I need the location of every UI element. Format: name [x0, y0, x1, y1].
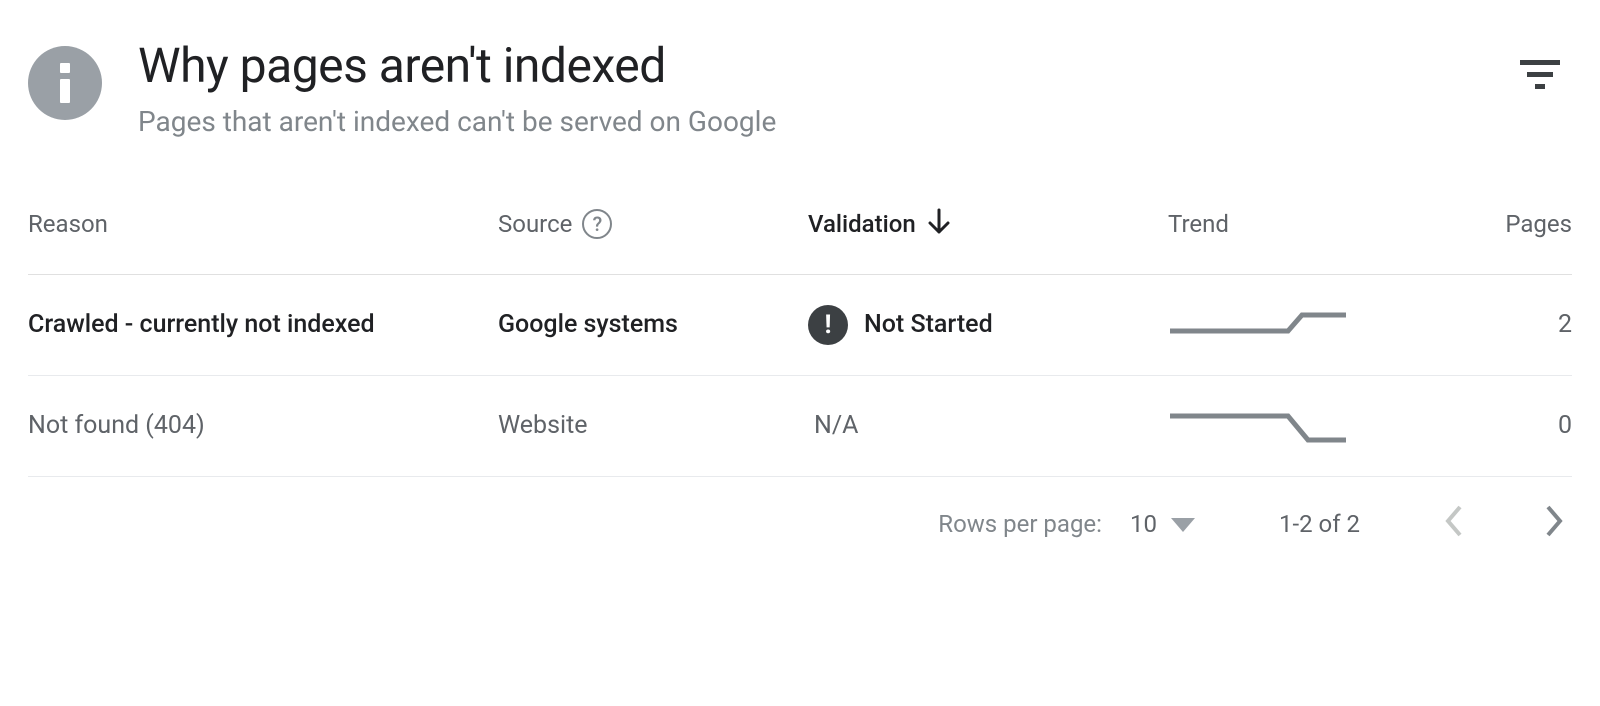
column-header-source[interactable]: Source ?: [498, 209, 808, 239]
pagination-range: 1-2 of 2: [1279, 510, 1360, 538]
section-subtitle: Pages that aren't indexed can't be serve…: [138, 105, 1484, 138]
cell-trend: [1088, 305, 1388, 345]
section-header: Why pages aren't indexed Pages that aren…: [28, 40, 1572, 138]
column-header-validation-label: Validation: [808, 210, 916, 238]
table-row[interactable]: Not found (404) Website N/A 0: [28, 376, 1572, 477]
cell-source: Google systems: [498, 310, 808, 339]
rows-per-page-select[interactable]: 10: [1130, 510, 1195, 538]
cell-validation: ! Not Started: [808, 305, 1088, 345]
cell-pages: 2: [1388, 310, 1572, 339]
rows-per-page-label: Rows per page:: [938, 510, 1102, 538]
header-text-block: Why pages aren't indexed Pages that aren…: [138, 40, 1484, 138]
validation-badge: ! Not Started: [808, 305, 993, 345]
table-row[interactable]: Crawled - currently not indexed Google s…: [28, 275, 1572, 376]
help-icon[interactable]: ?: [582, 209, 612, 239]
validation-status-text: N/A: [808, 411, 858, 440]
rows-per-page-value: 10: [1130, 510, 1157, 538]
table-pagination: Rows per page: 10 1-2 of 2: [28, 477, 1572, 543]
pages-count: 2: [1558, 310, 1572, 339]
filter-button[interactable]: [1520, 60, 1560, 94]
reasons-table: Reason Source ? Validation Trend Pages C…: [28, 208, 1572, 477]
table-header-row: Reason Source ? Validation Trend Pages: [28, 208, 1572, 275]
cell-reason: Crawled - currently not indexed: [28, 305, 498, 345]
column-header-pages[interactable]: Pages: [1388, 210, 1572, 238]
info-icon: [28, 46, 102, 120]
cell-pages: 0: [1388, 411, 1572, 440]
cell-reason: Not found (404): [28, 406, 498, 446]
sparkline-down-icon: [1168, 406, 1348, 446]
next-page-button[interactable]: [1544, 505, 1564, 543]
alert-icon: !: [808, 305, 848, 345]
pages-count: 0: [1558, 411, 1572, 440]
prev-page-button[interactable]: [1444, 505, 1464, 543]
sort-descending-icon: [926, 208, 952, 240]
sparkline-up-icon: [1168, 305, 1348, 345]
column-header-source-label: Source: [498, 210, 572, 238]
cell-trend: [1088, 406, 1388, 446]
cell-source: Website: [498, 411, 808, 440]
column-header-validation[interactable]: Validation: [808, 208, 1088, 240]
section-title: Why pages aren't indexed: [138, 40, 1484, 93]
column-header-trend[interactable]: Trend: [1088, 210, 1388, 238]
pagination-nav: [1444, 505, 1564, 543]
chevron-down-icon: [1171, 510, 1195, 538]
validation-status-text: Not Started: [864, 310, 993, 339]
column-header-reason[interactable]: Reason: [28, 210, 498, 238]
cell-validation: N/A: [808, 411, 1088, 440]
rows-per-page: Rows per page: 10: [938, 510, 1195, 538]
